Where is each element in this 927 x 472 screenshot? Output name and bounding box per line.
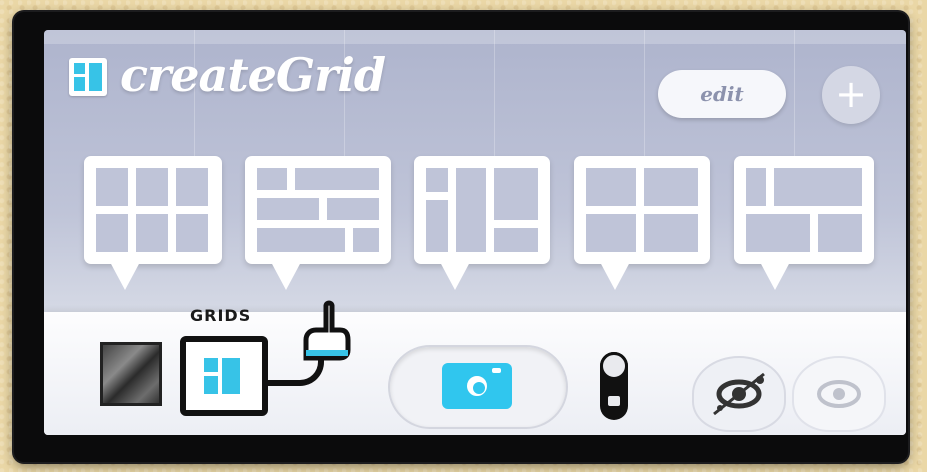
app-title: createGrid bbox=[120, 48, 386, 102]
pointer-hand-icon bbox=[303, 300, 351, 361]
layout-card-5[interactable] bbox=[734, 156, 874, 290]
3d-view-button[interactable] bbox=[692, 356, 786, 432]
layout-card-1[interactable] bbox=[84, 156, 222, 290]
3d-toggle-icon bbox=[608, 396, 620, 406]
device-frame: createGrid edit + GRIDS bbox=[14, 12, 908, 462]
edit-button[interactable]: edit bbox=[658, 70, 786, 118]
eye-icon bbox=[817, 380, 861, 408]
grids-label: GRIDS bbox=[190, 306, 252, 325]
status-strip bbox=[44, 30, 906, 44]
2d-view-button[interactable] bbox=[792, 356, 886, 432]
grids-icon bbox=[204, 358, 218, 372]
layout-card-4[interactable] bbox=[574, 156, 710, 290]
app-logo-icon bbox=[69, 58, 107, 96]
camera-icon bbox=[442, 363, 512, 409]
layout-card-3[interactable] bbox=[414, 156, 550, 290]
grids-mode-button[interactable] bbox=[180, 336, 268, 416]
app-screen: createGrid edit + GRIDS bbox=[44, 30, 906, 435]
layout-card-2[interactable] bbox=[245, 156, 391, 290]
add-layout-button[interactable]: + bbox=[822, 66, 880, 124]
3d-toggle-switch[interactable] bbox=[600, 352, 628, 420]
3d-view-icon bbox=[713, 372, 765, 416]
photo-thumbnail[interactable] bbox=[100, 342, 162, 406]
